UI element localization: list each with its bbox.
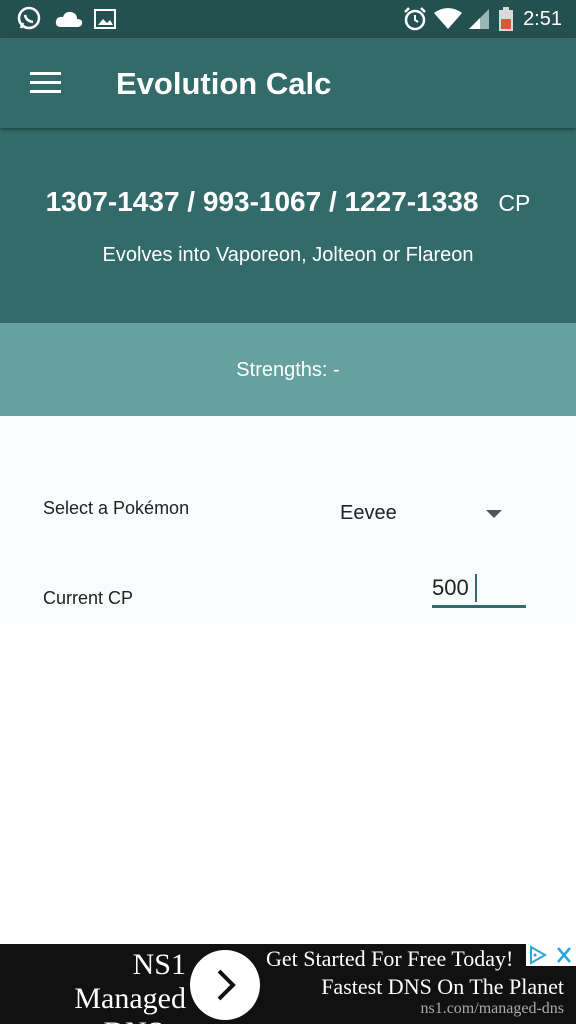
select-pokemon-label: Select a Pokémon	[43, 498, 190, 518]
ad-headline[interactable]: Get Started For Free Today!	[266, 946, 513, 972]
ad-open-button[interactable]	[190, 950, 260, 1020]
ad-banner[interactable]: NS1 Managed DNS » Get Started For Free T…	[0, 944, 576, 1024]
whatsapp-icon	[16, 6, 42, 32]
wifi-icon	[432, 6, 464, 32]
current-cp-input[interactable]	[432, 572, 526, 608]
current-cp-label: Current CP	[43, 588, 134, 608]
ad-brand-line2: DNS »	[14, 1016, 186, 1024]
strengths-panel: Strengths: -	[0, 323, 576, 416]
ad-choices[interactable]	[526, 944, 576, 966]
adchoices-icon	[530, 945, 548, 965]
ad-url[interactable]: ns1.com/managed-dns	[420, 1000, 564, 1018]
input-form: Select a Pokémon Eevee Current CP	[0, 416, 576, 624]
battery-icon	[496, 6, 516, 32]
text-cursor	[475, 574, 477, 602]
cp-ranges: 1307-1437 / 993-1067 / 1227-1338	[45, 186, 479, 217]
cloud-icon	[54, 6, 84, 32]
image-icon	[94, 6, 116, 32]
alarm-icon	[402, 6, 428, 32]
ad-brand-line1: NS1 Managed	[74, 948, 186, 1015]
pokemon-select-value: Eevee	[340, 502, 397, 524]
evolution-result-panel: 1307-1437 / 993-1067 / 1227-1338 CP Evolv…	[0, 128, 576, 323]
evolves-into-text: Evolves into Vaporeon, Jolteon or Flareo…	[102, 244, 474, 266]
pokemon-select[interactable]: Eevee	[330, 492, 520, 536]
ad-subline[interactable]: Fastest DNS On The Planet	[321, 974, 564, 1000]
clock-time: 2:51	[523, 8, 562, 30]
strengths-text: Strengths: -	[236, 359, 340, 381]
hamburger-menu-icon[interactable]	[30, 72, 61, 94]
chevron-right-icon	[217, 969, 236, 1001]
dropdown-arrow-icon	[486, 510, 502, 518]
cp-result-line: 1307-1437 / 993-1067 / 1227-1338 CP	[0, 186, 576, 218]
status-bar: 2:51	[0, 0, 576, 38]
ad-brand-text[interactable]: NS1 Managed DNS »	[14, 948, 186, 1024]
app-title: Evolution Calc	[116, 66, 332, 101]
cp-unit: CP	[498, 190, 531, 216]
close-icon	[557, 947, 571, 963]
app-bar: Evolution Calc	[0, 38, 576, 128]
signal-icon	[466, 6, 492, 32]
